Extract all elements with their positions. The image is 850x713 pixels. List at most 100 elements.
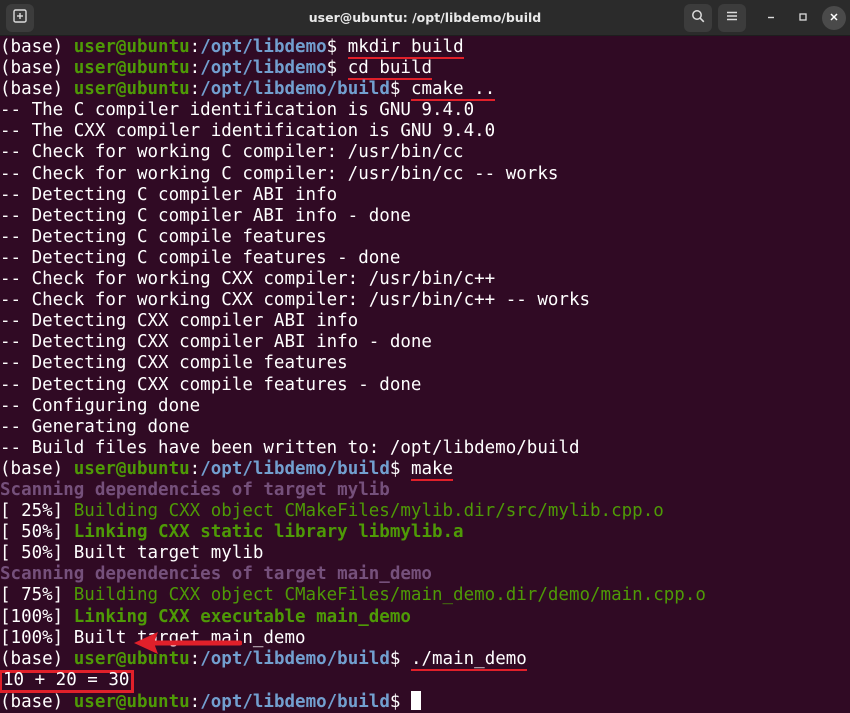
command-text: make bbox=[410, 458, 454, 481]
terminal-line: (base) user@ubuntu:/opt/libdemo/build$ c… bbox=[0, 79, 850, 102]
output-text: -- The C compiler identification is GNU … bbox=[0, 100, 475, 121]
prompt-env: (base) bbox=[0, 37, 74, 57]
terminal-line: [ 50%] Linking CXX static library libmyl… bbox=[0, 522, 850, 543]
terminal-line: (base) user@ubuntu:/opt/libdemo/build$ .… bbox=[0, 648, 850, 671]
prompt-colon: : bbox=[189, 37, 201, 57]
text-cursor bbox=[410, 690, 421, 710]
build-text: Building CXX object CMakeFiles/mylib.dir… bbox=[73, 501, 664, 522]
terminal-line: 10 + 20 = 30 bbox=[0, 669, 850, 693]
build-progress: [ 75%] bbox=[0, 585, 74, 606]
terminal-output[interactable]: (base) user@ubuntu:/opt/libdemo$ mkdir b… bbox=[0, 37, 850, 713]
scan-text: Scanning dependencies of target main_dem… bbox=[0, 564, 432, 585]
terminal-line: -- The C compiler identification is GNU … bbox=[0, 100, 850, 121]
build-progress: [100%] bbox=[0, 606, 74, 627]
terminal-line: [ 75%] Building CXX object CMakeFiles/ma… bbox=[0, 585, 850, 606]
prompt-dollar: $ bbox=[389, 691, 411, 712]
prompt-path: /opt/libdemo/build bbox=[200, 458, 390, 479]
build-text: Linking CXX executable main_demo bbox=[73, 606, 411, 627]
output-text: -- Generating done bbox=[0, 416, 190, 437]
output-text: -- Detecting C compile features bbox=[0, 226, 327, 247]
terminal-line: Scanning dependencies of target main_dem… bbox=[0, 564, 850, 585]
prompt-colon: : bbox=[189, 58, 201, 79]
minimize-button[interactable] bbox=[759, 6, 783, 30]
prompt-env: (base) bbox=[0, 58, 74, 79]
terminal-window: user@ubuntu: /opt/libdemo/build (base) u… bbox=[0, 0, 850, 713]
output-text: -- Configuring done bbox=[0, 395, 201, 416]
prompt-path: /opt/libdemo/build bbox=[200, 691, 390, 712]
prompt-dollar: $ bbox=[326, 37, 348, 57]
terminal-line: -- Configuring done bbox=[0, 396, 850, 417]
prompt-dollar: $ bbox=[326, 58, 348, 79]
command-text: mkdir build bbox=[347, 37, 464, 59]
program-output-highlight: 10 + 20 = 30 bbox=[0, 669, 135, 693]
output-text: -- Detecting C compile features - done bbox=[0, 247, 401, 268]
output-text: -- Detecting CXX compile features - done bbox=[0, 374, 422, 395]
title-bar: user@ubuntu: /opt/libdemo/build bbox=[0, 0, 850, 36]
output-text: -- Detecting CXX compiler ABI info - don… bbox=[0, 332, 432, 353]
output-text: -- The CXX compiler identification is GN… bbox=[0, 121, 496, 142]
minimize-icon bbox=[766, 9, 776, 27]
prompt-dollar: $ bbox=[389, 648, 411, 669]
output-text: -- Detecting C compiler ABI info - done bbox=[0, 205, 411, 226]
prompt-dollar: $ bbox=[389, 79, 411, 100]
prompt-env: (base) bbox=[0, 691, 74, 712]
terminal-line: -- Detecting C compiler ABI info - done bbox=[0, 206, 850, 227]
prompt-env: (base) bbox=[0, 648, 74, 669]
search-button[interactable] bbox=[684, 4, 712, 32]
annotation-arrow-icon bbox=[134, 632, 242, 654]
terminal-line: [ 50%] Built target mylib bbox=[0, 543, 850, 564]
output-text: -- Detecting CXX compiler ABI info bbox=[0, 311, 359, 332]
terminal-line: (base) user@ubuntu:/opt/libdemo/build$ bbox=[0, 690, 850, 712]
prompt-colon: : bbox=[189, 458, 201, 479]
command-text: cd build bbox=[347, 58, 433, 81]
build-text: Building CXX object CMakeFiles/main_demo… bbox=[73, 585, 706, 606]
terminal-line: -- Generating done bbox=[0, 417, 850, 438]
close-icon bbox=[829, 9, 839, 27]
prompt-env: (base) bbox=[0, 79, 74, 100]
build-progress: [ 50%] bbox=[0, 522, 74, 543]
terminal-line: [100%] Linking CXX executable main_demo bbox=[0, 607, 850, 628]
prompt-user-host: user@ubuntu bbox=[73, 79, 190, 100]
hamburger-menu-icon bbox=[725, 9, 739, 28]
command-text: cmake .. bbox=[410, 79, 496, 102]
terminal-line: (base) user@ubuntu:/opt/libdemo$ mkdir b… bbox=[0, 37, 850, 59]
prompt-user-host: user@ubuntu bbox=[73, 691, 190, 712]
prompt-user-host: user@ubuntu bbox=[73, 37, 190, 57]
terminal-line: -- Detecting C compile features - done bbox=[0, 248, 850, 269]
prompt-dollar: $ bbox=[389, 458, 411, 479]
terminal-line: -- Build files have been written to: /op… bbox=[0, 438, 850, 459]
prompt-user-host: user@ubuntu bbox=[73, 58, 190, 79]
output-text: [ 50%] Built target mylib bbox=[0, 543, 264, 564]
menu-button[interactable] bbox=[718, 4, 746, 32]
terminal-line: Scanning dependencies of target mylib bbox=[0, 480, 850, 501]
output-text: -- Detecting C compiler ABI info bbox=[0, 184, 338, 205]
close-button[interactable] bbox=[822, 6, 846, 30]
prompt-user-host: user@ubuntu bbox=[73, 458, 190, 479]
terminal-line: [100%] Built target main_demo bbox=[0, 628, 850, 649]
terminal-line: -- Check for working C compiler: /usr/bi… bbox=[0, 164, 850, 185]
prompt-path: /opt/libdemo bbox=[200, 58, 327, 79]
output-text: -- Check for working C compiler: /usr/bi… bbox=[0, 163, 559, 184]
terminal-line: -- Check for working CXX compiler: /usr/… bbox=[0, 290, 850, 311]
terminal-line: (base) user@ubuntu:/opt/libdemo/build$ m… bbox=[0, 458, 850, 481]
output-text: -- Check for working CXX compiler: /usr/… bbox=[0, 269, 496, 290]
command-text: ./main_demo bbox=[410, 648, 527, 671]
terminal-line: -- Detecting CXX compiler ABI info - don… bbox=[0, 332, 850, 353]
terminal-line: -- Check for working CXX compiler: /usr/… bbox=[0, 269, 850, 290]
output-text: -- Check for working CXX compiler: /usr/… bbox=[0, 290, 591, 311]
output-text: -- Check for working C compiler: /usr/bi… bbox=[0, 142, 464, 163]
terminal-line: -- Detecting CXX compiler ABI info bbox=[0, 311, 850, 332]
terminal-line: -- Detecting CXX compile features - done bbox=[0, 375, 850, 396]
terminal-line: -- Check for working C compiler: /usr/bi… bbox=[0, 142, 850, 163]
search-icon bbox=[691, 9, 705, 28]
terminal-line: -- The CXX compiler identification is GN… bbox=[0, 121, 850, 142]
terminal-line: -- Detecting C compile features bbox=[0, 227, 850, 248]
output-text: -- Build files have been written to: /op… bbox=[0, 437, 580, 458]
prompt-path: /opt/libdemo bbox=[200, 37, 327, 57]
build-text: Linking CXX static library libmylib.a bbox=[73, 522, 464, 543]
output-text: -- Detecting CXX compile features bbox=[0, 353, 348, 374]
prompt-colon: : bbox=[189, 691, 201, 712]
maximize-button[interactable] bbox=[791, 6, 815, 30]
terminal-line: -- Detecting CXX compile features bbox=[0, 353, 850, 374]
build-progress: [ 25%] bbox=[0, 501, 74, 522]
